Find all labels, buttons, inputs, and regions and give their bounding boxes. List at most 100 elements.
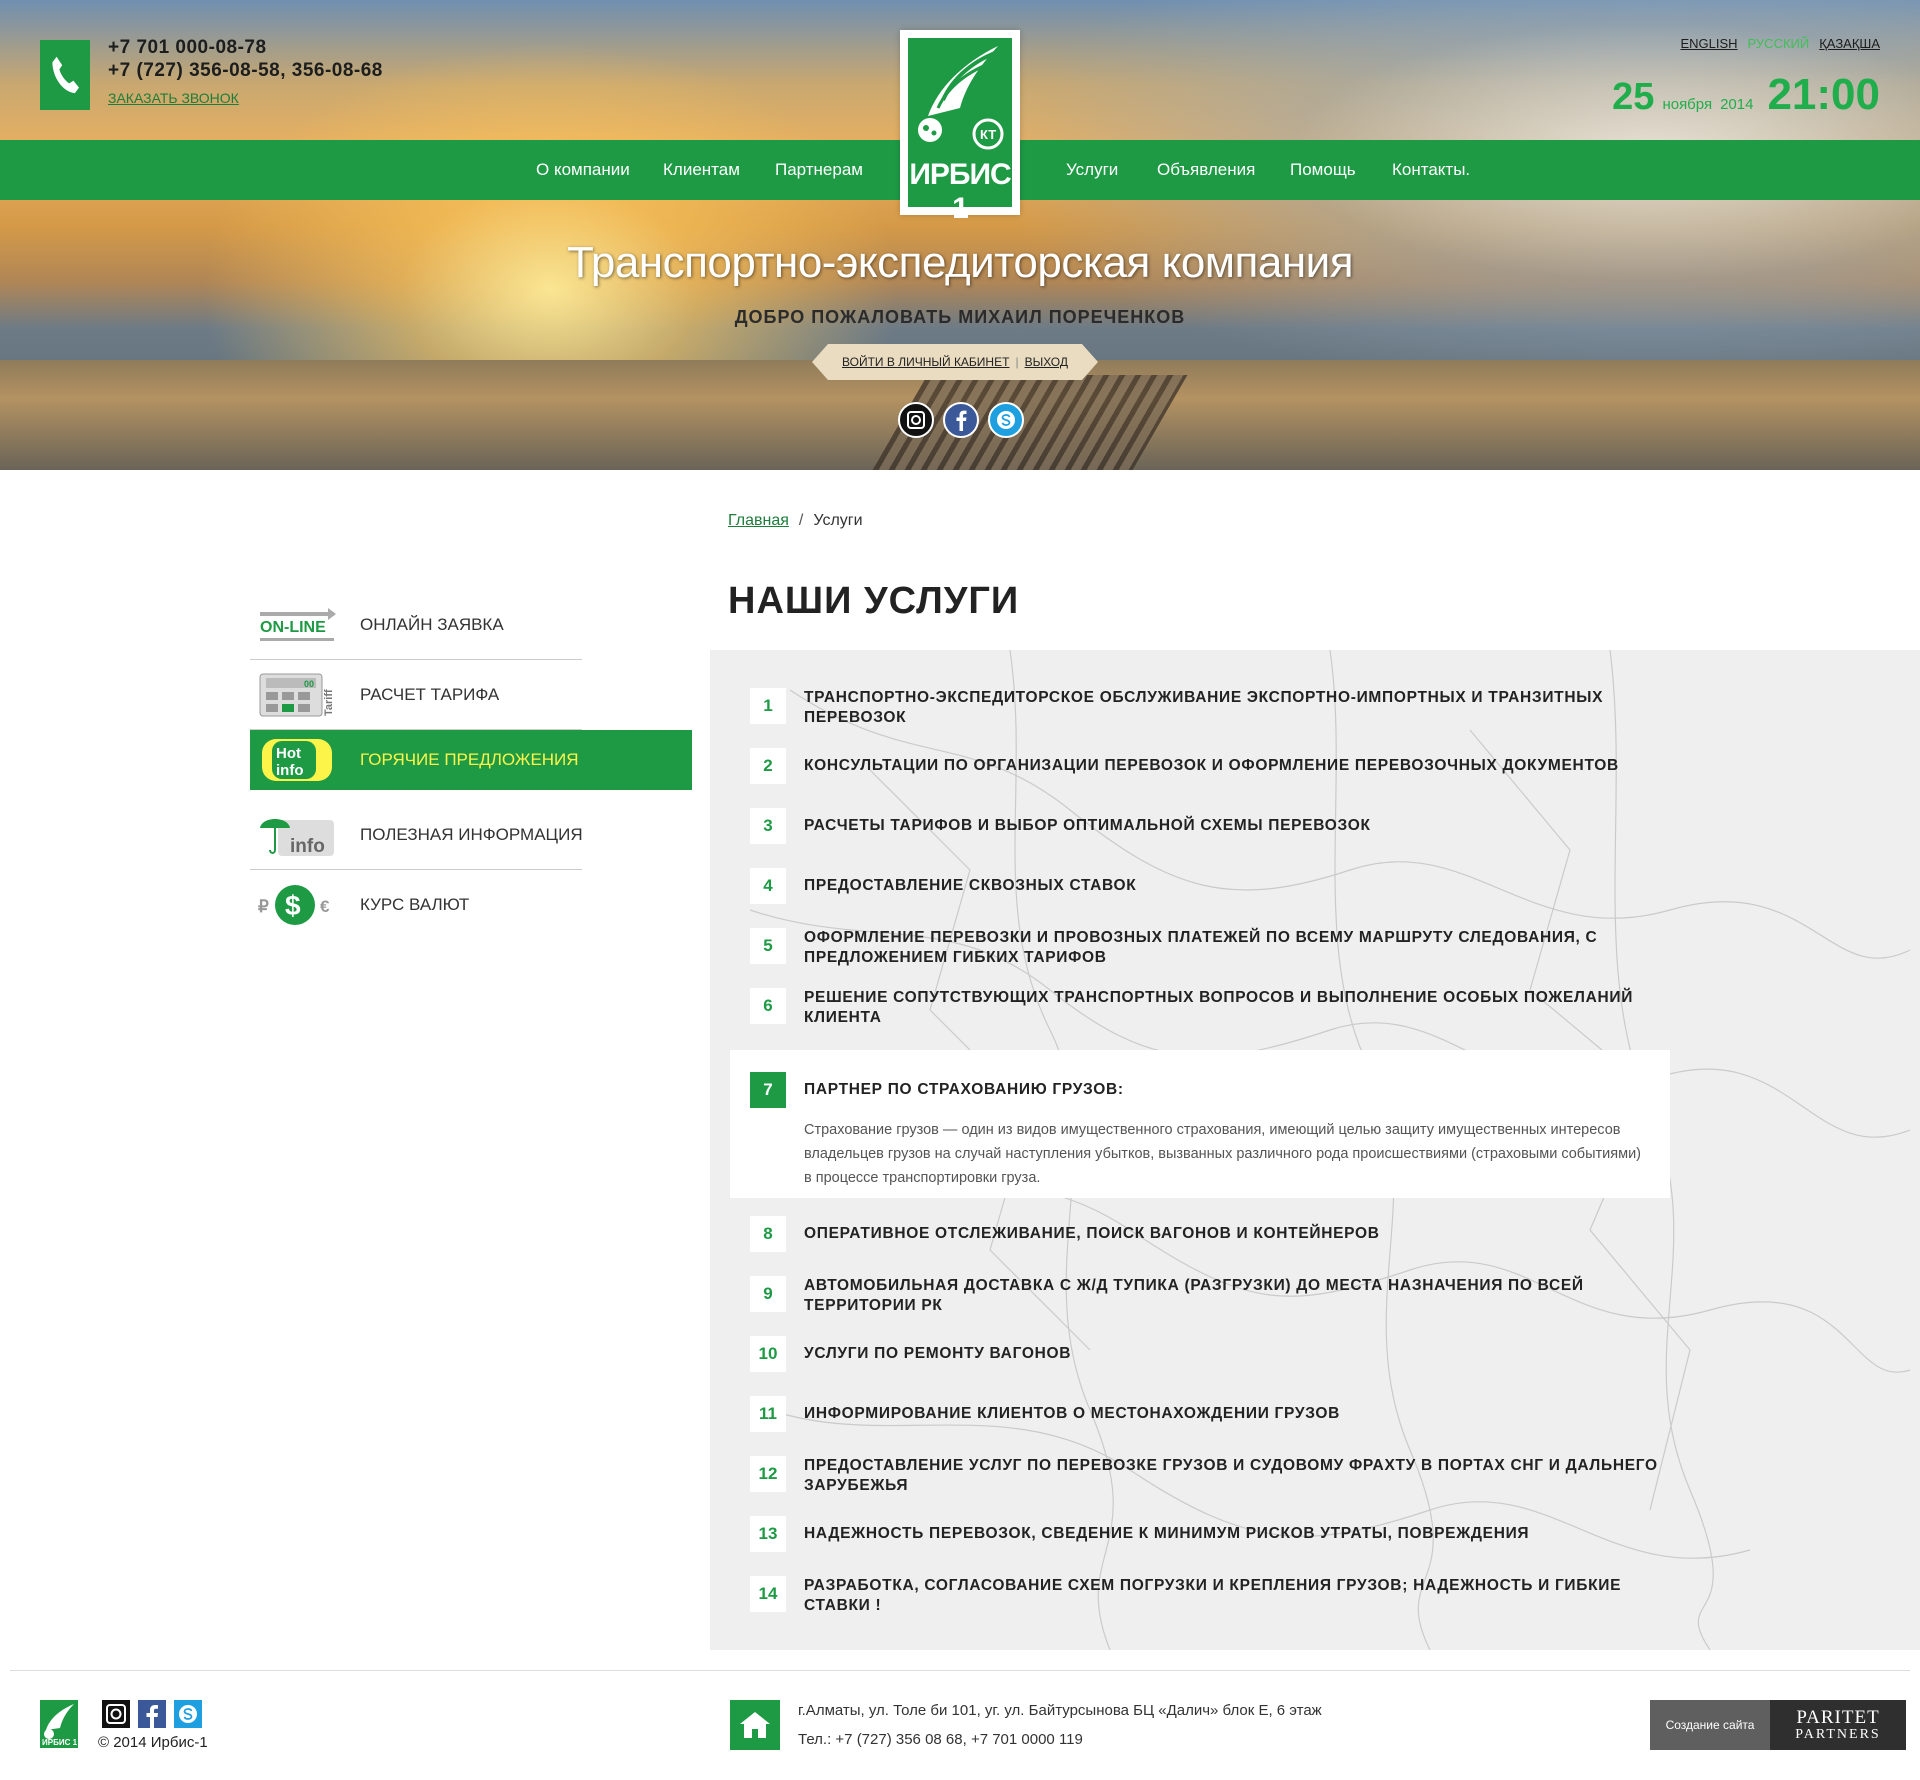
breadcrumb-current: Услуги (813, 512, 863, 529)
service-number: 4 (750, 868, 786, 904)
logo-emblem: КТ ИРБИС 1 (908, 38, 1012, 225)
service-number: 13 (750, 1516, 786, 1552)
svg-text:ИРБИС 1: ИРБИС 1 (42, 1738, 78, 1747)
footer-logo[interactable]: ИРБИС 1 (40, 1700, 78, 1748)
nav-services[interactable]: Услуги (1066, 140, 1118, 200)
service-number: 11 (750, 1396, 786, 1432)
instagram-icon[interactable] (102, 1700, 130, 1728)
service-title: АВТОМОБИЛЬНАЯ ДОСТАВКА С Ж/Д ТУПИКА (РАЗ… (804, 1277, 1584, 1314)
sidebar-item-label: ГОРЯЧИЕ ПРЕДЛОЖЕНИЯ (360, 750, 579, 769)
phone-number-mobile: +7 701 000-08-78 (108, 37, 267, 58)
sidebar-menu: ON-LINE ОНЛАЙН ЗАЯВКА 00 Tariff РАСЧЕТ Т… (250, 590, 692, 940)
footer-phones: Тел.: +7 (727) 356 08 68, +7 701 0000 11… (798, 1731, 1083, 1748)
breadcrumb: Главная / Услуги (728, 512, 863, 530)
hot-info-icon: Hot info (258, 735, 336, 785)
service-number: 7 (750, 1072, 786, 1108)
sidebar-item-useful-info[interactable]: info ПОЛЕЗНАЯ ИНФОРМАЦИЯ (250, 800, 692, 870)
skype-icon[interactable] (988, 402, 1024, 438)
service-title: ПАРТНЕР ПО СТРАХОВАНИЮ ГРУЗОВ: (804, 1081, 1124, 1098)
instagram-icon[interactable] (898, 402, 934, 438)
calculator-icon: 00 Tariff (258, 670, 336, 720)
service-number: 9 (750, 1276, 786, 1312)
services-panel: 1 ТРАНСПОРТНО-ЭКСПЕДИТОРСКОЕ ОБСЛУЖИВАНИ… (710, 650, 1920, 1650)
service-number: 10 (750, 1336, 786, 1372)
logo-text: ИРБИС 1 (909, 158, 1011, 225)
breadcrumb-home[interactable]: Главная (728, 512, 789, 529)
nav-clients[interactable]: Клиентам (663, 140, 740, 200)
link-separator: | (1015, 355, 1019, 369)
breadcrumb-separator: / (798, 512, 804, 529)
language-switcher: ENGLISH РУССКИЙ ҚАЗАҚША (1680, 36, 1880, 51)
skype-icon[interactable] (174, 1700, 202, 1728)
footer-copyright: © 2014 Ирбис-1 (98, 1734, 208, 1751)
page-title: НАШИ УСЛУГИ (728, 580, 1020, 622)
phone-icon (40, 40, 90, 110)
facebook-icon[interactable] (943, 402, 979, 438)
service-title: КОНСУЛЬТАЦИИ ПО ОРГАНИЗАЦИИ ПЕРЕВОЗОК И … (804, 757, 1619, 774)
logout-link[interactable]: ВЫХОД (1025, 355, 1068, 369)
service-number: 8 (750, 1216, 786, 1252)
service-number: 3 (750, 808, 786, 844)
footer-social-links (102, 1700, 202, 1728)
phone-number-office: +7 (727) 356-08-58, 356-08-68 (108, 60, 383, 81)
sidebar-item-tariff[interactable]: 00 Tariff РАСЧЕТ ТАРИФА (250, 660, 692, 730)
svg-text:info: info (290, 836, 325, 857)
sidebar-item-hot-offers[interactable]: Hot info ГОРЯЧИЕ ПРЕДЛОЖЕНИЯ (250, 730, 692, 790)
nav-contacts[interactable]: Контакты. (1392, 140, 1470, 200)
lang-kazakh[interactable]: ҚАЗАҚША (1819, 36, 1880, 51)
svg-text:Hot: Hot (276, 745, 301, 762)
contact-phones: +7 701 000-08-78 +7 (727) 356-08-58, 356… (108, 36, 383, 108)
service-number: 14 (750, 1576, 786, 1612)
svg-text:КТ: КТ (980, 127, 996, 142)
date-day: 25 (1612, 76, 1655, 118)
date-time-display: 25 ноября 2014 21:00 (1612, 70, 1880, 120)
service-number: 1 (750, 688, 786, 724)
developer-logo: PARITET PARTNERS (1770, 1700, 1906, 1750)
nav-help[interactable]: Помощь (1290, 140, 1356, 200)
service-number: 5 (750, 928, 786, 964)
svg-text:Tariff: Tariff (323, 689, 335, 716)
sidebar-item-label: ОНЛАЙН ЗАЯВКА (360, 615, 504, 634)
developer-badge[interactable]: Создание сайта PARITET PARTNERS (1650, 1700, 1906, 1750)
developer-label: Создание сайта (1650, 1700, 1770, 1750)
leopard-emblem-icon: КТ (918, 46, 1007, 150)
nav-announcements[interactable]: Объявления (1157, 140, 1255, 200)
service-number: 6 (750, 988, 786, 1024)
footer-address: г.Алматы, ул. Толе би 101, уг. ул. Байту… (798, 1702, 1322, 1719)
umbrella-info-icon: info (258, 810, 336, 860)
currency-icon: ₽ $ € (258, 880, 336, 930)
developer-name-2: PARTNERS (1795, 1726, 1881, 1742)
service-title: ТРАНСПОРТНО-ЭКСПЕДИТОРСКОЕ ОБСЛУЖИВАНИЕ … (804, 689, 1604, 726)
nav-partners[interactable]: Партнерам (775, 140, 863, 200)
callback-link[interactable]: ЗАКАЗАТЬ ЗВОНОК (108, 90, 239, 106)
social-links (898, 402, 1024, 438)
service-title: ПРЕДОСТАВЛЕНИЕ УСЛУГ ПО ПЕРЕВОЗКЕ ГРУЗОВ… (804, 1457, 1658, 1494)
sidebar-item-label: ПОЛЕЗНАЯ ИНФОРМАЦИЯ (360, 825, 583, 844)
service-number: 12 (750, 1456, 786, 1492)
sidebar-item-online-request[interactable]: ON-LINE ОНЛАЙН ЗАЯВКА (250, 590, 692, 660)
svg-text:ON-LINE: ON-LINE (260, 619, 326, 636)
company-logo[interactable]: КТ ИРБИС 1 (900, 30, 1020, 225)
service-title: ОПЕРАТИВНОЕ ОТСЛЕЖИВАНИЕ, ПОИСК ВАГОНОВ … (804, 1225, 1380, 1242)
sidebar-item-label: РАСЧЕТ ТАРИФА (360, 685, 500, 704)
online-icon: ON-LINE (258, 600, 336, 650)
facebook-icon[interactable] (138, 1700, 166, 1728)
lang-english[interactable]: ENGLISH (1680, 36, 1737, 51)
service-title: РАЗРАБОТКА, СОГЛАСОВАНИЕ СХЕМ ПОГРУЗКИ И… (804, 1577, 1622, 1614)
service-item-expanded[interactable]: 7 ПАРТНЕР ПО СТРАХОВАНИЮ ГРУЗОВ: Страхов… (730, 1050, 1670, 1198)
svg-text:00: 00 (304, 679, 314, 689)
lang-russian[interactable]: РУССКИЙ (1748, 36, 1810, 51)
developer-name-1: PARITET (1796, 1706, 1880, 1728)
service-title: РАСЧЕТЫ ТАРИФОВ И ВЫБОР ОПТИМАЛЬНОЙ СХЕМ… (804, 817, 1371, 834)
home-icon (730, 1700, 780, 1750)
current-time: 21:00 (1767, 70, 1880, 119)
hero-title: Транспортно-экспедиторская компания (566, 238, 1354, 287)
personal-cabinet-link[interactable]: ВОЙТИ В ЛИЧНЫЙ КАБИНЕТ (842, 355, 1009, 369)
account-links: ВОЙТИ В ЛИЧНЫЙ КАБИНЕТ | ВЫХОД (812, 344, 1098, 380)
service-title: ИНФОРМИРОВАНИЕ КЛИЕНТОВ О МЕСТОНАХОЖДЕНИ… (804, 1405, 1341, 1422)
service-title: УСЛУГИ ПО РЕМОНТУ ВАГОНОВ (804, 1345, 1072, 1362)
svg-text:€: € (320, 897, 330, 916)
nav-about[interactable]: О компании (536, 140, 630, 200)
sidebar-item-currency[interactable]: ₽ $ € КУРС ВАЛЮТ (250, 870, 692, 940)
footer-divider (10, 1670, 1910, 1671)
